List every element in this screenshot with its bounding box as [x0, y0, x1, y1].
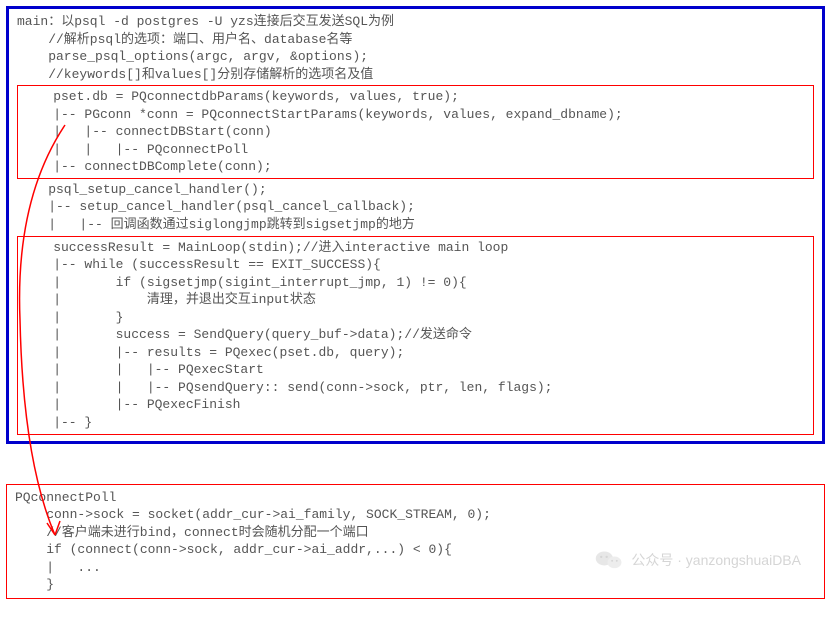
main-code-block: main：以psql -d postgres -U yzs连接后交互发送SQL为… — [6, 6, 825, 444]
pqconnect-block: pset.db = PQconnectdbParams(keywords, va… — [17, 85, 814, 179]
code-line: } — [15, 576, 816, 594]
code-line: |-- PGconn *conn = PQconnectStartParams(… — [22, 106, 809, 124]
code-line: successResult = MainLoop(stdin);//进入inte… — [22, 239, 809, 257]
code-line: | |-- 回调函数通过siglongjmp跳转到sigsetjmp的地方 — [17, 216, 814, 234]
mainloop-block: successResult = MainLoop(stdin);//进入inte… — [17, 236, 814, 435]
code-line: | ... — [15, 559, 816, 577]
pqconnectpoll-block: PQconnectPoll conn->sock = socket(addr_c… — [6, 484, 825, 599]
code-line: //客户端未进行bind，connect时会随机分配一个端口 — [15, 524, 816, 542]
code-line: |-- } — [22, 414, 809, 432]
code-line: | 清理，并退出交互input状态 — [22, 291, 809, 309]
code-line: |-- connectDBComplete(conn); — [22, 158, 809, 176]
code-line: | } — [22, 309, 809, 327]
code-line: | |-- PQexecFinish — [22, 396, 809, 414]
code-line: pset.db = PQconnectdbParams(keywords, va… — [22, 88, 809, 106]
code-line: | |-- results = PQexec(pset.db, query); — [22, 344, 809, 362]
code-line: |-- setup_cancel_handler(psql_cancel_cal… — [17, 198, 814, 216]
code-line: parse_psql_options(argc, argv, &options)… — [17, 48, 814, 66]
code-line: conn->sock = socket(addr_cur->ai_family,… — [15, 506, 816, 524]
code-line: | | |-- PQconnectPoll — [22, 141, 809, 159]
code-line: |-- while (successResult == EXIT_SUCCESS… — [22, 256, 809, 274]
code-line: //解析psql的选项：端口、用户名、database名等 — [17, 31, 814, 49]
code-line: //keywords[]和values[]分别存储解析的选项名及值 — [17, 66, 814, 84]
code-line: PQconnectPoll — [15, 489, 816, 507]
code-line: if (connect(conn->sock, addr_cur->ai_add… — [15, 541, 816, 559]
code-line: | |-- connectDBStart(conn) — [22, 123, 809, 141]
code-line: psql_setup_cancel_handler(); — [17, 181, 814, 199]
code-line: | success = SendQuery(query_buf->data);/… — [22, 326, 809, 344]
code-line: | | |-- PQsendQuery:: send(conn->sock, p… — [22, 379, 809, 397]
code-line: main：以psql -d postgres -U yzs连接后交互发送SQL为… — [17, 13, 814, 31]
code-line: | | |-- PQexecStart — [22, 361, 809, 379]
code-line: | if (sigsetjmp(sigint_interrupt_jmp, 1)… — [22, 274, 809, 292]
